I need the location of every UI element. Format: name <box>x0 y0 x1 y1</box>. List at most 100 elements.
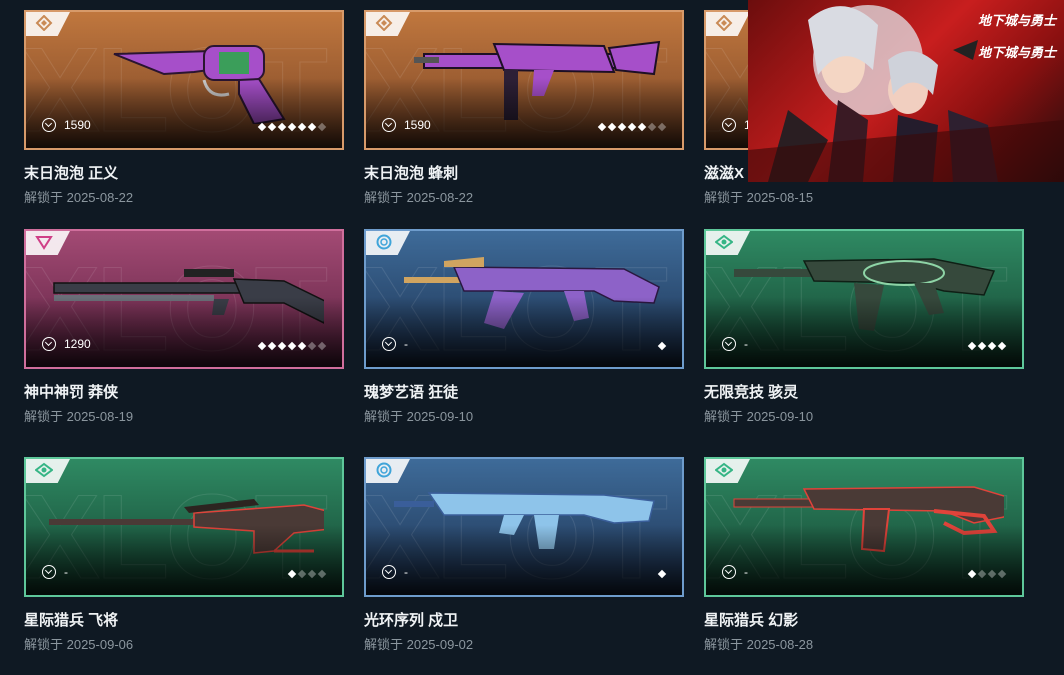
price-value: - <box>404 337 408 351</box>
tile-fade <box>26 78 342 148</box>
rarity-pip <box>637 122 647 132</box>
skin-name: 瑰梦艺语 狂徒 <box>364 384 459 401</box>
price: - <box>42 565 68 579</box>
tile-fade <box>706 297 1022 367</box>
vp-icon <box>42 565 56 579</box>
rarity-pip <box>997 569 1007 579</box>
unlock-date: 解锁于 2025-09-02 <box>364 637 474 652</box>
skin-tile[interactable]: XLOT 1590 <box>364 10 684 150</box>
rarity-pip <box>657 341 667 351</box>
deluxe-tier-icon <box>375 15 393 31</box>
unlock-date: 解锁于 2025-09-10 <box>704 409 814 424</box>
skin-tile[interactable]: XLOT - <box>364 457 684 597</box>
skin-tile[interactable]: XLOT - <box>704 229 1024 369</box>
price: 1290 <box>42 337 91 351</box>
rarity-pip <box>307 341 317 351</box>
unlock-date: 解锁于 2025-08-15 <box>704 190 814 205</box>
rarity-pip <box>317 122 327 132</box>
rarity-pip <box>657 122 667 132</box>
price-value: - <box>64 565 68 579</box>
rarity-pip <box>287 341 297 351</box>
unlock-date: 解锁于 2025-08-22 <box>24 190 134 205</box>
unlock-date: 解锁于 2025-09-06 <box>24 637 134 652</box>
unlock-date: 解锁于 2025-08-19 <box>24 409 134 424</box>
rarity-pip <box>297 122 307 132</box>
skin-card[interactable]: XLOT - 星际猎兵 飞将 解锁于 2025-09-06 <box>24 457 344 653</box>
tile-fade <box>706 525 1022 595</box>
price-value: 1590 <box>64 118 91 132</box>
rarity-pip <box>307 122 317 132</box>
vp-icon <box>722 118 736 132</box>
vp-icon <box>722 565 736 579</box>
rarity-pip <box>287 569 297 579</box>
skin-name: 末日泡泡 正义 <box>24 165 119 182</box>
skin-card[interactable]: XLOT 1590 末日泡泡 正义 解锁于 2025-08-22 <box>24 10 344 206</box>
rarity-pips <box>657 341 667 351</box>
exclusive-tier-icon <box>715 234 733 250</box>
rarity-pip <box>267 341 277 351</box>
unlock-date: 解锁于 2025-09-10 <box>364 409 474 424</box>
price: 1 <box>722 118 751 132</box>
price-value: 1290 <box>64 337 91 351</box>
tile-fade <box>366 297 682 367</box>
rarity-pips <box>257 122 327 132</box>
skin-name: 光环序列 戍卫 <box>364 612 459 629</box>
tile-fade <box>366 525 682 595</box>
skin-card[interactable]: XLOT - 瑰梦艺语 狂徒 解锁于 2025-09-10 <box>364 229 684 425</box>
select-tier-icon <box>376 462 392 478</box>
price: 1590 <box>382 118 431 132</box>
unlock-date: 解锁于 2025-08-28 <box>704 637 814 652</box>
rarity-pips <box>657 569 667 579</box>
skin-name: 星际猎兵 飞将 <box>24 612 119 629</box>
rarity-pip <box>987 341 997 351</box>
skin-card[interactable]: XLOT - 星际猎兵 幻影 解锁于 2025-08-28 <box>704 457 1024 653</box>
tile-fade <box>26 525 342 595</box>
skin-card[interactable]: XLOT 1290 神中神罚 莽侠 解锁于 2025-08-19 <box>24 229 344 425</box>
rarity-pip <box>967 569 977 579</box>
rarity-pip <box>297 341 307 351</box>
rarity-pip <box>317 341 327 351</box>
price: - <box>382 565 408 579</box>
skin-name: 神中神罚 莽侠 <box>24 384 119 401</box>
ad-logo-top: 地下城与勇士 <box>977 13 1056 28</box>
skin-card[interactable]: XLOT 1590 末日泡泡 蜂刺 解锁于 2025-08-22 <box>364 10 684 206</box>
skin-name: 星际猎兵 幻影 <box>704 612 799 629</box>
skin-tile[interactable]: XLOT - <box>704 457 1024 597</box>
skin-tile[interactable]: XLOT - <box>364 229 684 369</box>
skin-tile[interactable]: XLOT 1590 <box>24 10 344 150</box>
skin-card[interactable]: XLOT - 光环序列 戍卫 解锁于 2025-09-02 <box>364 457 684 653</box>
rarity-pip <box>967 341 977 351</box>
vp-icon <box>722 337 736 351</box>
deluxe-tier-icon <box>715 15 733 31</box>
rarity-pip <box>997 341 1007 351</box>
rarity-pip <box>627 122 637 132</box>
rarity-pip <box>977 341 987 351</box>
rarity-pip <box>617 122 627 132</box>
price: - <box>722 565 748 579</box>
price: - <box>382 337 408 351</box>
price-value: - <box>744 337 748 351</box>
rarity-pips <box>257 341 327 351</box>
skin-card[interactable]: XLOT - 无限竞技 骇灵 解锁于 2025-09-10 <box>704 229 1024 425</box>
rarity-pip <box>987 569 997 579</box>
rarity-pips <box>967 341 1007 351</box>
rarity-pips <box>597 122 667 132</box>
deluxe-tier-icon <box>35 15 53 31</box>
vp-icon <box>42 337 56 351</box>
skin-tile[interactable]: XLOT 1290 <box>24 229 344 369</box>
rarity-pip <box>257 341 267 351</box>
price: - <box>722 337 748 351</box>
rarity-pip <box>277 122 287 132</box>
ad-overlay[interactable]: 地下城与勇士 地下城与勇士 <box>748 0 1064 182</box>
vp-icon <box>382 337 396 351</box>
rarity-pip <box>297 569 307 579</box>
select-tier-icon <box>376 234 392 250</box>
rarity-pip <box>607 122 617 132</box>
skin-name: 无限竞技 骇灵 <box>704 384 799 401</box>
price-value: - <box>744 565 748 579</box>
price-value: 1590 <box>404 118 431 132</box>
skin-tile[interactable]: XLOT - <box>24 457 344 597</box>
rarity-pip <box>307 569 317 579</box>
price-value: - <box>404 565 408 579</box>
vp-icon <box>382 565 396 579</box>
